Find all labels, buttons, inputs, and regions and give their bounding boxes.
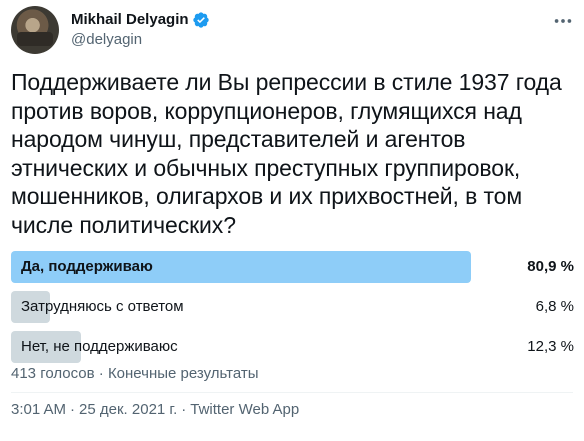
more-icon[interactable]: [552, 10, 574, 32]
poll-option: Нет, не поддерживаюс 12,3 %: [11, 331, 574, 363]
poll-option: Затрудняюсь с ответом 6,8 %: [11, 291, 574, 323]
poll-option-percent: 12,3 %: [527, 338, 574, 355]
tweet-time[interactable]: 3:01 AM: [11, 401, 66, 418]
poll-option-percent: 80,9 %: [527, 258, 574, 275]
author-handle[interactable]: @delyagin: [71, 30, 210, 50]
separator: ·: [98, 365, 104, 382]
tweet-source[interactable]: Twitter Web App: [190, 401, 299, 418]
poll-option-label: Затрудняюсь с ответом: [21, 298, 184, 315]
separator: ·: [70, 401, 76, 418]
author-names: Mikhail Delyagin @delyagin: [71, 10, 210, 50]
poll-option-label: Да, поддерживаю: [21, 258, 153, 275]
tweet-timestamp: 3:01 AM · 25 дек. 2021 г. · Twitter Web App: [11, 401, 299, 418]
poll: Да, поддерживаю 80,9 % Затрудняюсь с отв…: [11, 251, 574, 371]
separator: ·: [181, 401, 187, 418]
poll-option-percent: 6,8 %: [535, 298, 574, 315]
poll-votes: 413 голосов: [11, 365, 95, 382]
poll-option: Да, поддерживаю 80,9 %: [11, 251, 574, 283]
poll-status: Конечные результаты: [107, 365, 259, 382]
poll-summary: 413 голосов · Конечные результаты: [11, 365, 259, 382]
poll-option-label: Нет, не поддерживаюс: [21, 338, 178, 355]
divider: [11, 392, 573, 393]
name-row: Mikhail Delyagin: [71, 10, 210, 30]
author-name[interactable]: Mikhail Delyagin: [71, 10, 189, 30]
avatar[interactable]: [11, 6, 59, 54]
tweet-text: Поддерживаете ли Вы репрессии в стиле 19…: [11, 69, 562, 238]
tweet-header: Mikhail Delyagin @delyagin: [11, 6, 210, 54]
tweet-date[interactable]: 25 дек. 2021 г.: [79, 401, 177, 418]
tweet: Mikhail Delyagin @delyagin Поддерживаете…: [0, 0, 584, 441]
verified-badge-icon: [192, 12, 209, 28]
